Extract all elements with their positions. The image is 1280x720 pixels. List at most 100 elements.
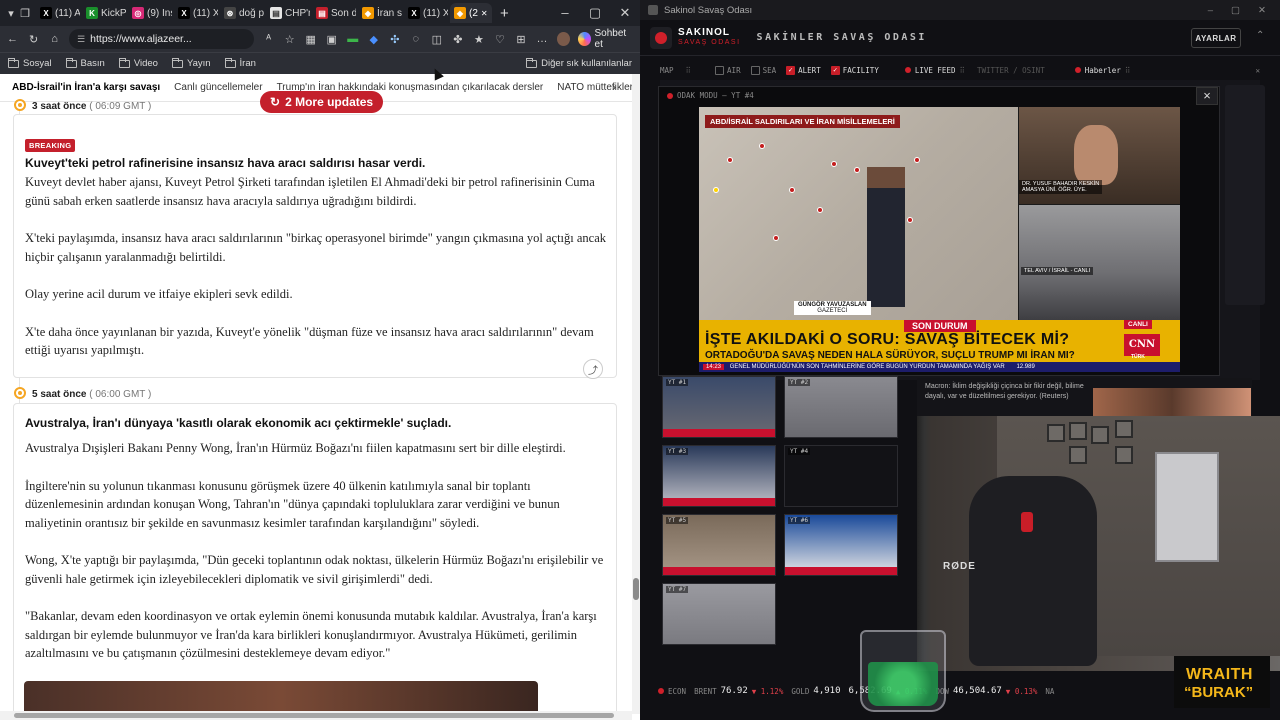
live-video[interactable]: ABD/İSRAİL SALDIRILARI VE İRAN MİSİLLEME… <box>699 107 1180 372</box>
topic-nav-item[interactable]: NATO müttefikleri Trump <box>557 82 632 93</box>
collections-icon[interactable]: ⊞ <box>514 32 527 46</box>
tab-close-icon[interactable]: ✕ <box>481 9 488 18</box>
browser-tab[interactable]: ▤ Son d <box>312 3 356 23</box>
map-layer-bar: MAP ⠿ AIR SEA ✓ ALERT ✓ FACILITY LIVE FEED ⠿ … <box>660 62 1260 78</box>
extension-2-icon[interactable]: ▣ <box>325 32 338 46</box>
panel-close-icon[interactable]: ✕ <box>1255 66 1260 75</box>
news-tab[interactable]: Haberler ⠿ <box>1074 66 1130 75</box>
layer-toggle[interactable]: ✓ ALERT <box>786 65 821 75</box>
map-marker <box>713 187 719 193</box>
video-tile[interactable]: YT #3 <box>662 445 776 507</box>
extension-4-icon[interactable]: ◆ <box>367 32 380 46</box>
settings-button[interactable]: AYARLAR <box>1191 28 1241 48</box>
layer-toggle[interactable]: SEA <box>750 65 776 75</box>
jar-fill <box>868 662 938 706</box>
site-info-icon[interactable]: ☰ <box>77 34 85 45</box>
dash-close-icon[interactable]: ✕ <box>1258 5 1266 16</box>
extension-5-icon[interactable]: ✣ <box>388 32 401 46</box>
browser-tab[interactable]: KKickPr <box>82 3 126 23</box>
econ-item: ECON <box>658 687 686 696</box>
breaking-badge: BREAKING <box>25 139 76 152</box>
econ-value: 4,910 <box>813 686 841 696</box>
more-updates-button[interactable]: ↻ 2 More updates <box>260 91 384 113</box>
tab-label: (11) X <box>193 7 218 19</box>
scrollbar-thumb[interactable] <box>633 578 639 600</box>
favorites-icon[interactable]: ★ <box>472 32 485 46</box>
guest-feed: DR. YUSUF BAHADIR KESKİN AMASYA ÜNİ. ÖĞR… <box>1019 107 1180 204</box>
entry1-paragraph: Kuveyt devlet haber ajansı, Kuveyt Petro… <box>25 175 595 208</box>
video-tile[interactable]: YT #1 <box>662 376 776 438</box>
browser-tab[interactable]: ◎(9) Ins <box>128 3 172 23</box>
bookmark-folder[interactable]: Sosyal <box>8 57 52 69</box>
share-icon[interactable]: ⤴ <box>583 359 603 379</box>
browser-tab[interactable]: ◆ (2 ✕ <box>450 3 492 23</box>
maximize-icon[interactable]: ▢ <box>580 5 610 21</box>
news-panel <box>1225 85 1265 305</box>
bookmark-folder[interactable]: Yayın <box>171 57 211 69</box>
new-tab-button[interactable]: + <box>500 5 509 22</box>
tab-actions-icon[interactable]: ▾ <box>4 6 18 20</box>
topic-nav-item[interactable]: Canlı güncellemeler <box>174 82 262 93</box>
browser-essentials-icon[interactable]: ♡ <box>493 32 506 46</box>
wall-frame <box>1115 420 1133 438</box>
video-tile[interactable]: YT #6 <box>784 514 898 576</box>
extension-1-icon[interactable]: ▦ <box>304 32 317 46</box>
refresh-icon[interactable]: ↻ <box>27 32 40 46</box>
layer-toggle[interactable]: ✓ FACILITY <box>830 65 879 75</box>
bookmark-label: Sosyal <box>23 58 52 69</box>
browser-tab[interactable]: X (11) A <box>36 3 80 23</box>
focus-close-button[interactable]: × <box>1196 87 1218 105</box>
copilot-chat-button[interactable]: Sohbet et <box>577 28 635 50</box>
extension-6-icon[interactable]: ◌ <box>409 32 422 46</box>
webcam-feed: RØDE <box>917 416 1280 671</box>
close-icon[interactable]: ✕ <box>610 5 640 21</box>
split-screen-icon[interactable]: ◫ <box>430 32 443 46</box>
extension-3-icon[interactable]: ▬ <box>346 32 359 46</box>
favorite-star-icon[interactable]: ☆ <box>283 32 296 46</box>
bookmark-folder[interactable]: Basın <box>65 57 105 69</box>
video-tile[interactable]: YT #4 <box>784 445 898 507</box>
collapse-icon[interactable]: ⌃ <box>1256 30 1264 41</box>
map-marker <box>817 207 823 213</box>
bookmark-folder[interactable]: Video <box>118 57 158 69</box>
twitter-osint-label[interactable]: TWITTER / OSINT <box>977 66 1045 75</box>
video-tile[interactable]: YT #2 <box>784 376 898 438</box>
econ-dot-icon <box>658 688 664 694</box>
address-bar[interactable]: ☰ https://www.aljazeer... <box>69 29 255 49</box>
tab-label: CHP'n <box>285 7 310 19</box>
other-bookmarks[interactable]: Diğer sık kullanılanlar <box>526 57 632 69</box>
topic-nav-item[interactable]: ABD-İsrail'in İran'a karşı savaşı <box>12 82 160 93</box>
entry1-time-absolute: ( 06:09 GMT ) <box>89 101 152 112</box>
home-icon[interactable]: ⌂ <box>48 32 61 46</box>
entry2-paragraph: İngiltere'nin su yolunun tıkanması konus… <box>25 478 560 530</box>
browser-tab[interactable]: ◆ İran s <box>358 3 402 23</box>
nav-next-arrow-icon[interactable]: › <box>612 80 616 94</box>
vertical-scrollbar[interactable] <box>632 74 640 714</box>
econ-value: 76.92 <box>720 686 748 696</box>
tab-favicon-icon: X <box>40 7 52 19</box>
minimize-icon[interactable]: – <box>550 5 580 21</box>
browser-tab[interactable]: X (11) X <box>174 3 218 23</box>
browser-tab[interactable]: ⊛ doğ p <box>220 3 264 23</box>
entry1-time: 3 saat önce ( 06:09 GMT ) <box>14 96 151 114</box>
dash-maximize-icon[interactable]: ▢ <box>1231 5 1240 16</box>
workspaces-icon[interactable]: ❐ <box>18 6 32 20</box>
more-icon[interactable]: … <box>536 32 549 46</box>
profile-avatar[interactable] <box>556 32 570 46</box>
timeline-dot-icon <box>14 98 26 111</box>
browser-tab[interactable]: X (11) X <box>404 3 448 23</box>
dash-minimize-icon[interactable]: – <box>1208 5 1213 16</box>
video-tile[interactable]: YT #7 <box>662 583 776 645</box>
video-tile[interactable]: YT #5 <box>662 514 776 576</box>
horizontal-scrollbar-thumb[interactable] <box>14 713 614 718</box>
browser-tab[interactable]: ▤CHP'n <box>266 3 310 23</box>
extensions-icon[interactable]: ✤ <box>451 32 464 46</box>
bookmark-folder[interactable]: İran <box>224 57 256 69</box>
translate-icon[interactable]: ᴬ <box>262 32 275 46</box>
live-feed-tab[interactable]: LIVE FEED ⠿ <box>904 66 965 75</box>
back-icon[interactable]: ← <box>6 32 19 46</box>
brand-logo <box>650 26 672 49</box>
map-marker <box>789 187 795 193</box>
layer-toggle[interactable]: AIR <box>715 65 741 75</box>
map-toggle-icon[interactable]: ⠿ <box>686 66 692 75</box>
